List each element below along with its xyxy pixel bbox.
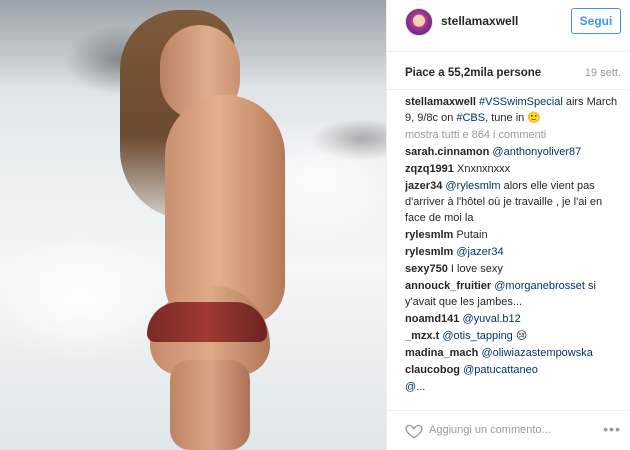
caption: stellamaxwell #VSSwimSpecial airs March … bbox=[405, 94, 623, 126]
comment-username[interactable]: jazer34 bbox=[405, 180, 442, 192]
comment-row: zqzq1991 Xnxnxnxxx bbox=[405, 161, 623, 177]
comment-row: _mzx.t @otis_tapping 😢 bbox=[405, 328, 623, 344]
caption-text-2: , tune in 🙂 bbox=[485, 112, 542, 124]
comment-mention[interactable]: @jazer34 bbox=[456, 246, 503, 258]
comment-username[interactable]: claucobog bbox=[405, 364, 460, 376]
comment-row: sarah.cinnamon @anthonyoliver87 bbox=[405, 144, 623, 160]
comment-username[interactable]: annouck_fruitier bbox=[405, 280, 491, 292]
photo-swimwear bbox=[147, 302, 267, 342]
comment-username[interactable]: _mzx.t bbox=[405, 330, 439, 342]
post-sidebar: stellamaxwell Segui Piace a 55,2mila per… bbox=[386, 0, 630, 450]
show-all-comments-link[interactable]: mostra tutti e 864 i commenti bbox=[405, 127, 623, 143]
comment-mention[interactable]: @yuval.b12 bbox=[462, 313, 520, 325]
comment-row: annouck_fruitier @morganebrosset si y'av… bbox=[405, 278, 623, 310]
comment-mention[interactable]: @anthonyoliver87 bbox=[492, 146, 581, 158]
comment-username[interactable]: rylesmlm bbox=[405, 246, 453, 258]
comment-mention[interactable]: @rylesmlm bbox=[445, 180, 500, 192]
comment-username[interactable]: noamd141 bbox=[405, 313, 459, 325]
heart-icon[interactable] bbox=[405, 422, 423, 440]
caption-username[interactable]: stellamaxwell bbox=[405, 96, 476, 108]
post-photo[interactable] bbox=[0, 0, 386, 450]
comment-row: sexy750 I love sexy bbox=[405, 261, 623, 277]
comment-text: 😢 bbox=[512, 330, 528, 342]
comment-text: Xnxnxnxxx bbox=[456, 163, 511, 175]
comment-mention[interactable]: @otis_tapping bbox=[442, 330, 513, 342]
comment-username[interactable]: sarah.cinnamon bbox=[405, 146, 489, 158]
comment-row: jazer34 @rylesmlm alors elle vient pas d… bbox=[405, 178, 623, 226]
comment-row: madina_mach @oliwiazastempowska bbox=[405, 345, 623, 361]
comment-row: rylesmlm @jazer34 bbox=[405, 244, 623, 260]
comment-mention[interactable]: @patucattaneo bbox=[463, 364, 538, 376]
comment-row: rylesmlm Putain bbox=[405, 227, 623, 243]
add-comment-bar: ••• bbox=[387, 410, 630, 450]
likes-row: Piace a 55,2mila persone 19 sett. bbox=[387, 52, 630, 90]
comment-username[interactable]: zqzq1991 bbox=[405, 163, 454, 175]
avatar[interactable] bbox=[405, 8, 433, 36]
comment-text: Putain bbox=[456, 229, 488, 241]
comment-text: I love sexy bbox=[450, 263, 503, 275]
comment-username[interactable]: rylesmlm bbox=[405, 229, 453, 241]
comment-username[interactable]: madina_mach bbox=[405, 347, 478, 359]
post-header: stellamaxwell Segui bbox=[387, 0, 630, 52]
comment-row: @... bbox=[405, 379, 623, 395]
comment-username[interactable]: sexy750 bbox=[405, 263, 448, 275]
photo-legs bbox=[170, 360, 250, 450]
more-icon[interactable]: ••• bbox=[603, 421, 621, 437]
comment-input[interactable] bbox=[429, 419, 591, 441]
comment-mention[interactable]: @... bbox=[405, 381, 425, 393]
post-time[interactable]: 19 sett. bbox=[585, 67, 621, 79]
header-username[interactable]: stellamaxwell bbox=[441, 14, 518, 28]
comment-mention[interactable]: @oliwiazastempowska bbox=[481, 347, 592, 359]
comment-row: claucobog @patucattaneo bbox=[405, 362, 623, 378]
likes-count[interactable]: Piace a 55,2mila persone bbox=[405, 67, 541, 79]
follow-button[interactable]: Segui bbox=[571, 8, 621, 34]
comments-list: stellamaxwell #VSSwimSpecial airs March … bbox=[405, 94, 623, 398]
comment-row: noamd141 @yuval.b12 bbox=[405, 311, 623, 327]
comment-mention[interactable]: @morganebrosset bbox=[494, 280, 585, 292]
caption-hashtag-1[interactable]: #VSSwimSpecial bbox=[479, 96, 563, 108]
caption-hashtag-2[interactable]: #CBS bbox=[456, 112, 485, 124]
